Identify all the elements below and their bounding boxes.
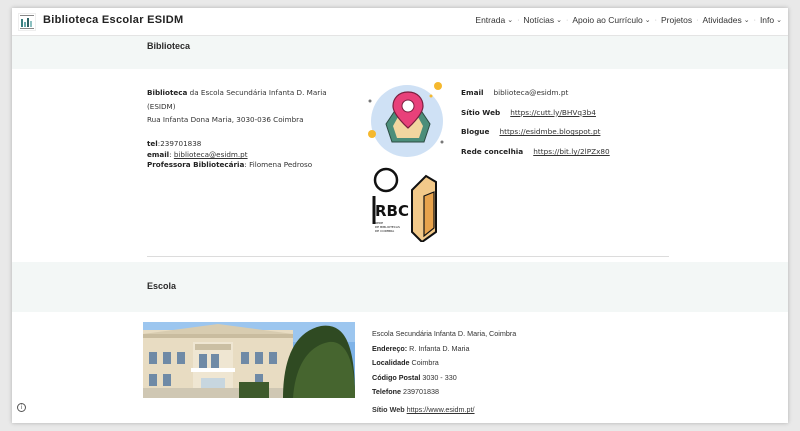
nav-item-1[interactable]: Notícias ⌄ <box>523 15 562 25</box>
library-teacher: Professora Bibliotecária: Filomena Pedro… <box>147 160 357 170</box>
contact-label: Rede concelhia <box>461 147 524 157</box>
nav-item-label: Entrada <box>475 15 506 25</box>
school-locality: Localidade Coimbra <box>372 358 516 373</box>
rbc-logo-text: RBC <box>375 202 409 220</box>
tel-label: tel <box>147 138 158 148</box>
school-postal: Código Postal 3030 - 330 <box>372 373 516 388</box>
teacher-value: : Filomena Pedroso <box>244 160 313 169</box>
library-intro: Biblioteca da Escola Secundária Infanta … <box>147 86 357 113</box>
nav-item-label: Apoio ao Currículo <box>572 15 643 25</box>
contact-value: biblioteca@esidm.pt <box>493 88 569 97</box>
contacts-list: Email biblioteca@esidm.pt Sítio Web https:/… <box>461 88 610 167</box>
contact-label: Blogue <box>461 127 490 137</box>
postal-value: 3030 - 330 <box>420 372 457 382</box>
phone-value: 239701838 <box>401 387 440 397</box>
chevron-down-icon: ⌄ <box>644 17 651 24</box>
contact-label: Email <box>461 88 484 97</box>
main-nav: Entrada ⌄ · Notícias ⌄ · Apoio ao Currículo ⌄ · P… <box>475 15 782 25</box>
nav-item-0[interactable]: Entrada ⌄ <box>475 15 513 25</box>
nav-item-5[interactable]: Info ⌄ <box>760 15 782 25</box>
section-band-escola <box>12 262 788 312</box>
contact-label: Sítio Web <box>461 107 501 117</box>
svg-text:DE COIMBRA: DE COIMBRA <box>375 229 395 233</box>
email-label: email <box>147 150 170 159</box>
email-link[interactable]: biblioteca@esidm.pt <box>174 150 248 159</box>
school-address: Endereço: R. Infanta D. Maria <box>372 344 516 359</box>
postal-label: Código Postal <box>372 372 421 382</box>
library-email: email: biblioteca@esidm.pt <box>147 150 357 160</box>
chevron-down-icon: ⌄ <box>507 17 514 24</box>
bar-chart-logo-icon[interactable] <box>18 13 36 31</box>
school-photo <box>143 322 355 398</box>
chevron-down-icon: ⌄ <box>776 17 782 24</box>
contact-link[interactable]: https://esidmbe.blogspot.pt <box>499 127 600 147</box>
nav-separator: · <box>654 16 657 24</box>
library-tel: tel:239701838 <box>147 137 357 151</box>
contact-link[interactable]: https://cutt.ly/BHVq3b4 <box>510 108 596 128</box>
contact-row: Email biblioteca@esidm.pt <box>461 88 610 108</box>
school-site-link[interactable]: https://www.esidm.pt/ <box>407 405 475 414</box>
nav-separator: · <box>517 16 520 24</box>
locality-label: Localidade <box>372 358 410 368</box>
nav-item-2[interactable]: Apoio ao Currículo ⌄ <box>572 15 650 25</box>
address-label: Endereço: <box>372 343 408 353</box>
nav-item-label: Notícias <box>523 15 555 25</box>
section-title-escola: Escola <box>147 281 177 291</box>
nav-separator: · <box>566 16 569 24</box>
school-info: Escola Secundária Infanta D. Maria, Coim… <box>372 329 516 402</box>
section-divider <box>147 256 669 257</box>
library-intro-bold: Biblioteca <box>147 88 188 97</box>
library-address: Rua Infanta Dona Maria, 3030-036 Coimbra <box>147 115 304 124</box>
teacher-label: Professora Bibliotecária <box>147 160 245 169</box>
page-frame: Biblioteca Escolar ESIDM Entrada ⌄ · Notíci… <box>12 8 788 423</box>
nav-item-4[interactable]: Atividades ⌄ <box>703 15 750 25</box>
nav-item-3[interactable]: Projetos <box>661 15 692 25</box>
locality-value: Coimbra <box>409 358 439 368</box>
nav-item-label: Info <box>759 15 775 25</box>
section-band-biblioteca <box>12 36 788 69</box>
nav-item-label: Projetos <box>660 15 693 25</box>
rbc-logo: RBC REDE DE BIBLIOTECAS DE COIMBRA <box>372 167 437 242</box>
school-name: Escola Secundária Infanta D. Maria, Coim… <box>372 329 517 338</box>
library-info: Biblioteca da Escola Secundária Infanta … <box>147 86 357 170</box>
school-phone: Telefone 239701838 <box>372 387 516 402</box>
nav-item-label: Atividades <box>702 15 742 25</box>
contact-link[interactable]: https://bit.ly/2lPZx80 <box>533 147 609 167</box>
site-title[interactable]: Biblioteca Escolar ESIDM <box>43 14 183 26</box>
nav-separator: · <box>696 16 699 24</box>
contact-row: Rede concelhia https://bit.ly/2lPZx80 <box>461 147 610 167</box>
school-site-label: Sítio Web <box>372 405 405 414</box>
school-website: Sítio Web https://www.esidm.pt/ <box>372 405 475 414</box>
section-title-biblioteca: Biblioteca <box>147 41 191 51</box>
tel-value: :239701838 <box>157 138 202 148</box>
address-value: R. Infanta D. Maria <box>407 343 470 353</box>
site-header: Biblioteca Escolar ESIDM Entrada ⌄ · Notíci… <box>12 8 788 36</box>
info-icon[interactable]: i <box>17 403 26 412</box>
nav-separator: · <box>753 16 756 24</box>
phone-label: Telefone <box>372 387 402 397</box>
contact-row: Blogue https://esidmbe.blogspot.pt <box>461 127 610 147</box>
chevron-down-icon: ⌄ <box>556 17 562 24</box>
map-pin-illustration <box>368 82 444 157</box>
contact-row: Sítio Web https://cutt.ly/BHVq3b4 <box>461 108 610 128</box>
chevron-down-icon: ⌄ <box>743 17 750 24</box>
